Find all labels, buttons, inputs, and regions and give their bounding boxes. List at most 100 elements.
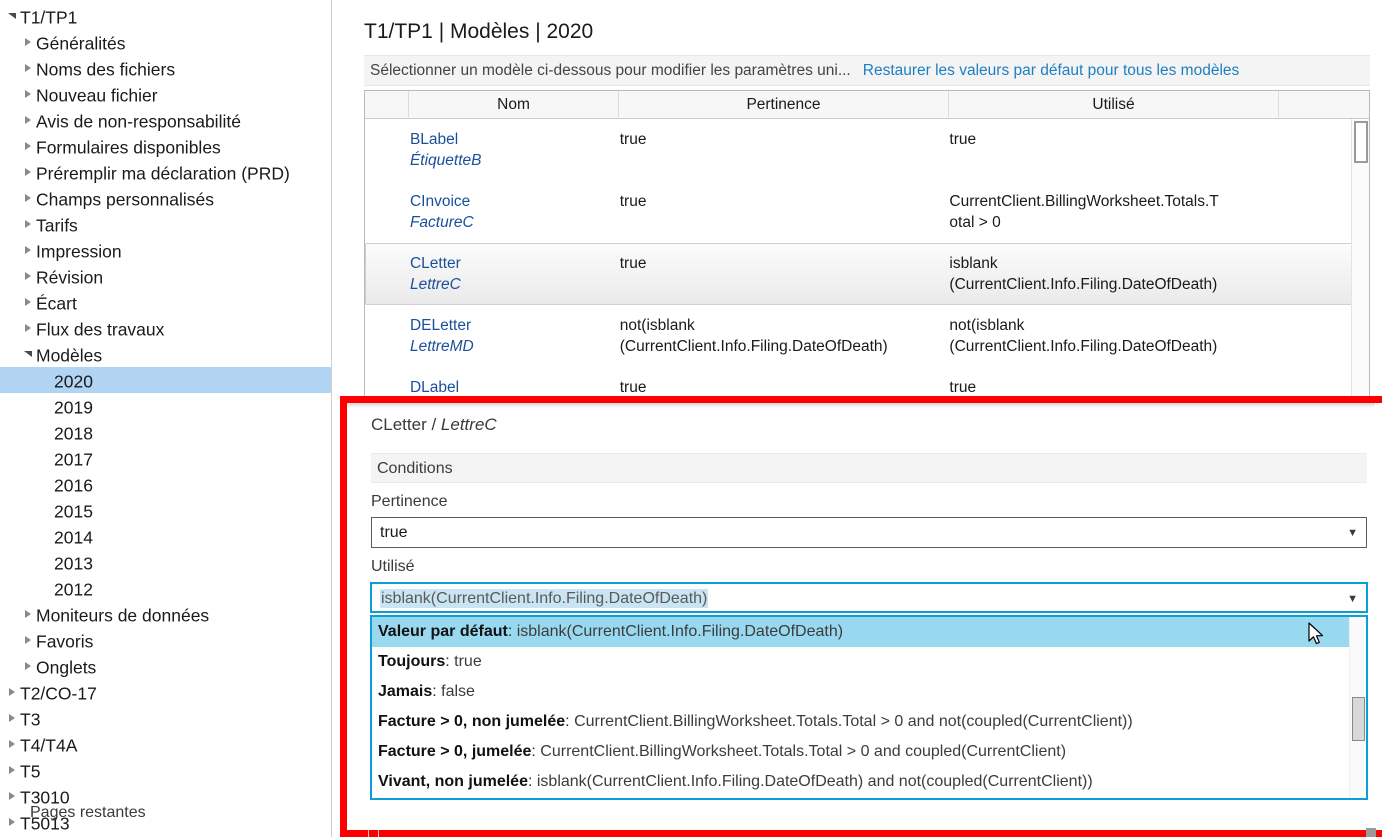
chevron-right-icon[interactable] (20, 288, 36, 314)
sidebar-item-favoris[interactable]: Favoris (0, 627, 331, 653)
chevron-right-icon[interactable] (20, 158, 36, 184)
templates-grid[interactable]: Nom Pertinence Utilisé BLabel ÉtiquetteB t… (364, 90, 1370, 402)
sidebar-item-t5[interactable]: T5 (0, 757, 331, 783)
chevron-right-icon[interactable] (20, 652, 36, 678)
chevron-right-icon[interactable] (20, 262, 36, 288)
sidebar-item-avis-de-non-responsabilit[interactable]: Avis de non-responsabilité (0, 107, 331, 133)
sidebar-item-2019[interactable]: 2019 (0, 393, 331, 419)
chevron-right-icon[interactable] (4, 782, 20, 808)
sidebar-item-2018[interactable]: 2018 (0, 419, 331, 445)
table-row[interactable]: CLetter LettreC true isblank (CurrentClient.… (365, 243, 1369, 305)
dropdown-option-label: Facture > 0, jumelée (378, 743, 532, 760)
chevron-right-icon[interactable] (20, 184, 36, 210)
sidebar-item-g-n-ralit-s[interactable]: Généralités (0, 29, 331, 55)
sidebar-item-noms-des-fichiers[interactable]: Noms des fichiers (0, 55, 331, 81)
chevron-down-icon[interactable] (20, 340, 36, 366)
sidebar-item-2020[interactable]: 2020 (0, 367, 331, 393)
dropdown-option[interactable]: Toujours: true (372, 647, 1366, 677)
utilise-line-1: CurrentClient.BillingWorksheet.Totals.T (949, 193, 1219, 210)
sidebar-item-nouveau-fichier[interactable]: Nouveau fichier (0, 81, 331, 107)
chevron-right-icon[interactable] (20, 600, 36, 626)
sidebar-item-mod-les[interactable]: Modèles (0, 341, 331, 367)
sidebar-item-t2-co-17[interactable]: T2/CO-17 (0, 679, 331, 705)
cell-pertinence: true (620, 191, 950, 233)
sidebar-item-t4-t4a[interactable]: T4/T4A (0, 731, 331, 757)
row-indicator-cell (366, 253, 410, 295)
highlighted-detail-panel: CLetter / LettreC Conditions Pertinence … (340, 396, 1382, 837)
dropdown-option-value: isblank(CurrentClient.Info.Filing.DateOf… (536, 773, 1093, 790)
chevron-right-icon[interactable] (4, 756, 20, 782)
pages-restantes-label: Pages restantes (30, 804, 146, 821)
grid-header-nom[interactable]: Nom (409, 91, 619, 119)
chevron-right-icon[interactable] (20, 236, 36, 262)
grid-header-blank-right[interactable] (1279, 91, 1368, 119)
grid-header-utilise[interactable]: Utilisé (949, 91, 1279, 119)
sidebar-item-moniteurs-de-donn-es[interactable]: Moniteurs de données (0, 601, 331, 627)
grid-header-blank-left[interactable] (365, 91, 409, 119)
chevron-right-icon[interactable] (4, 808, 20, 834)
dropdown-option[interactable]: Vivant, non jumelée: isblank(CurrentClie… (372, 767, 1366, 797)
grid-vertical-scrollbar[interactable] (1351, 119, 1369, 401)
sidebar-item-champs-personnalis-s[interactable]: Champs personnalisés (0, 185, 331, 211)
grid-scrollbar-thumb[interactable] (1354, 121, 1368, 163)
cell-nom: DELetter LettreMD (410, 315, 620, 357)
sidebar-item-2016[interactable]: 2016 (0, 471, 331, 497)
pertinence-line-2: (CurrentClient.Info.Filing.DateOfDeath) (619, 338, 888, 355)
chevron-right-icon[interactable] (4, 704, 20, 730)
dropdown-option[interactable]: Facture > 0, jumelée: CurrentClient.Bill… (372, 737, 1366, 767)
chevron-right-icon[interactable] (20, 54, 36, 80)
chevron-down-icon[interactable]: ▼ (1347, 584, 1358, 611)
sidebar-item-r-vision[interactable]: Révision (0, 263, 331, 289)
chevron-right-icon[interactable] (20, 314, 36, 340)
navigation-tree[interactable]: T1/TP1 Généralités Noms des fichiers Nouvea… (0, 0, 331, 837)
grid-body: BLabel ÉtiquetteB true true CInvoice FactureC… (365, 119, 1369, 401)
sidebar-item-2014[interactable]: 2014 (0, 523, 331, 549)
detail-title-separator: / (426, 415, 441, 434)
sidebar-item-onglets[interactable]: Onglets (0, 653, 331, 679)
sidebar-item-cart[interactable]: Écart (0, 289, 331, 315)
utilise-dropdown-list[interactable]: Valeur par défaut: isblank(CurrentClient… (370, 615, 1368, 800)
template-name-fr: LettreMD (409, 338, 474, 355)
sidebar-item-t3[interactable]: T3 (0, 705, 331, 731)
dropdown-option[interactable]: Facture > 0, non jumelée: CurrentClient.… (372, 707, 1366, 737)
chevron-down-icon[interactable]: ▼ (1347, 518, 1358, 547)
chevron-right-icon[interactable] (20, 80, 36, 106)
chevron-right-icon[interactable] (20, 210, 36, 236)
sidebar-item-2015[interactable]: 2015 (0, 497, 331, 523)
table-row[interactable]: BLabel ÉtiquetteB true true (365, 119, 1369, 181)
sidebar-item-pr-remplir-ma-d-claration-prd[interactable]: Préremplir ma déclaration (PRD) (0, 159, 331, 185)
chevron-right-icon[interactable] (20, 626, 36, 652)
bottom-scrollbar-corner (1366, 828, 1376, 837)
restore-defaults-link[interactable]: Restaurer les valeurs par défaut pour to… (863, 62, 1240, 79)
dropdown-scrollbar[interactable] (1349, 617, 1366, 798)
chevron-right-icon[interactable] (4, 678, 20, 704)
sidebar-item-2017[interactable]: 2017 (0, 445, 331, 471)
utilise-line-1: isblank (949, 255, 998, 272)
cell-utilise: isblank (CurrentClient.Info.Filing.DateOf… (949, 253, 1279, 295)
dropdown-option[interactable]: Valeur par défaut: isblank(CurrentClient… (372, 617, 1366, 647)
template-name-en: CInvoice (409, 193, 471, 210)
sidebar-item-2013[interactable]: 2013 (0, 549, 331, 575)
chevron-right-icon[interactable] (20, 106, 36, 132)
grid-header-pertinence[interactable]: Pertinence (619, 91, 949, 119)
chevron-right-icon[interactable] (20, 132, 36, 158)
sidebar-item-tarifs[interactable]: Tarifs (0, 211, 331, 237)
cell-nom: BLabel ÉtiquetteB (410, 129, 620, 171)
pertinence-combobox[interactable]: true ▼ (371, 517, 1367, 548)
sidebar-item-flux-des-travaux[interactable]: Flux des travaux (0, 315, 331, 341)
sidebar-item-formulaires-disponibles[interactable]: Formulaires disponibles (0, 133, 331, 159)
dropdown-option[interactable]: Jamais: false (372, 677, 1366, 707)
chevron-down-icon[interactable] (4, 2, 20, 28)
sidebar-item-label: Favoris (36, 631, 94, 652)
dropdown-scrollbar-thumb[interactable] (1352, 697, 1365, 741)
sidebar-item-t1-tp1[interactable]: T1/TP1 (0, 3, 331, 29)
table-row[interactable]: DELetter LettreMD not(isblank (CurrentClien… (365, 305, 1369, 367)
sidebar-item-2012[interactable]: 2012 (0, 575, 331, 601)
sidebar-item-label: Tarifs (36, 215, 78, 236)
chevron-right-icon[interactable] (4, 730, 20, 756)
sidebar-item-label: Onglets (36, 657, 97, 678)
utilise-combobox[interactable]: isblank(CurrentClient.Info.Filing.DateOf… (370, 582, 1368, 613)
chevron-right-icon[interactable] (20, 28, 36, 54)
table-row[interactable]: CInvoice FactureC true CurrentClient.Billin… (365, 181, 1369, 243)
sidebar-item-impression[interactable]: Impression (0, 237, 331, 263)
